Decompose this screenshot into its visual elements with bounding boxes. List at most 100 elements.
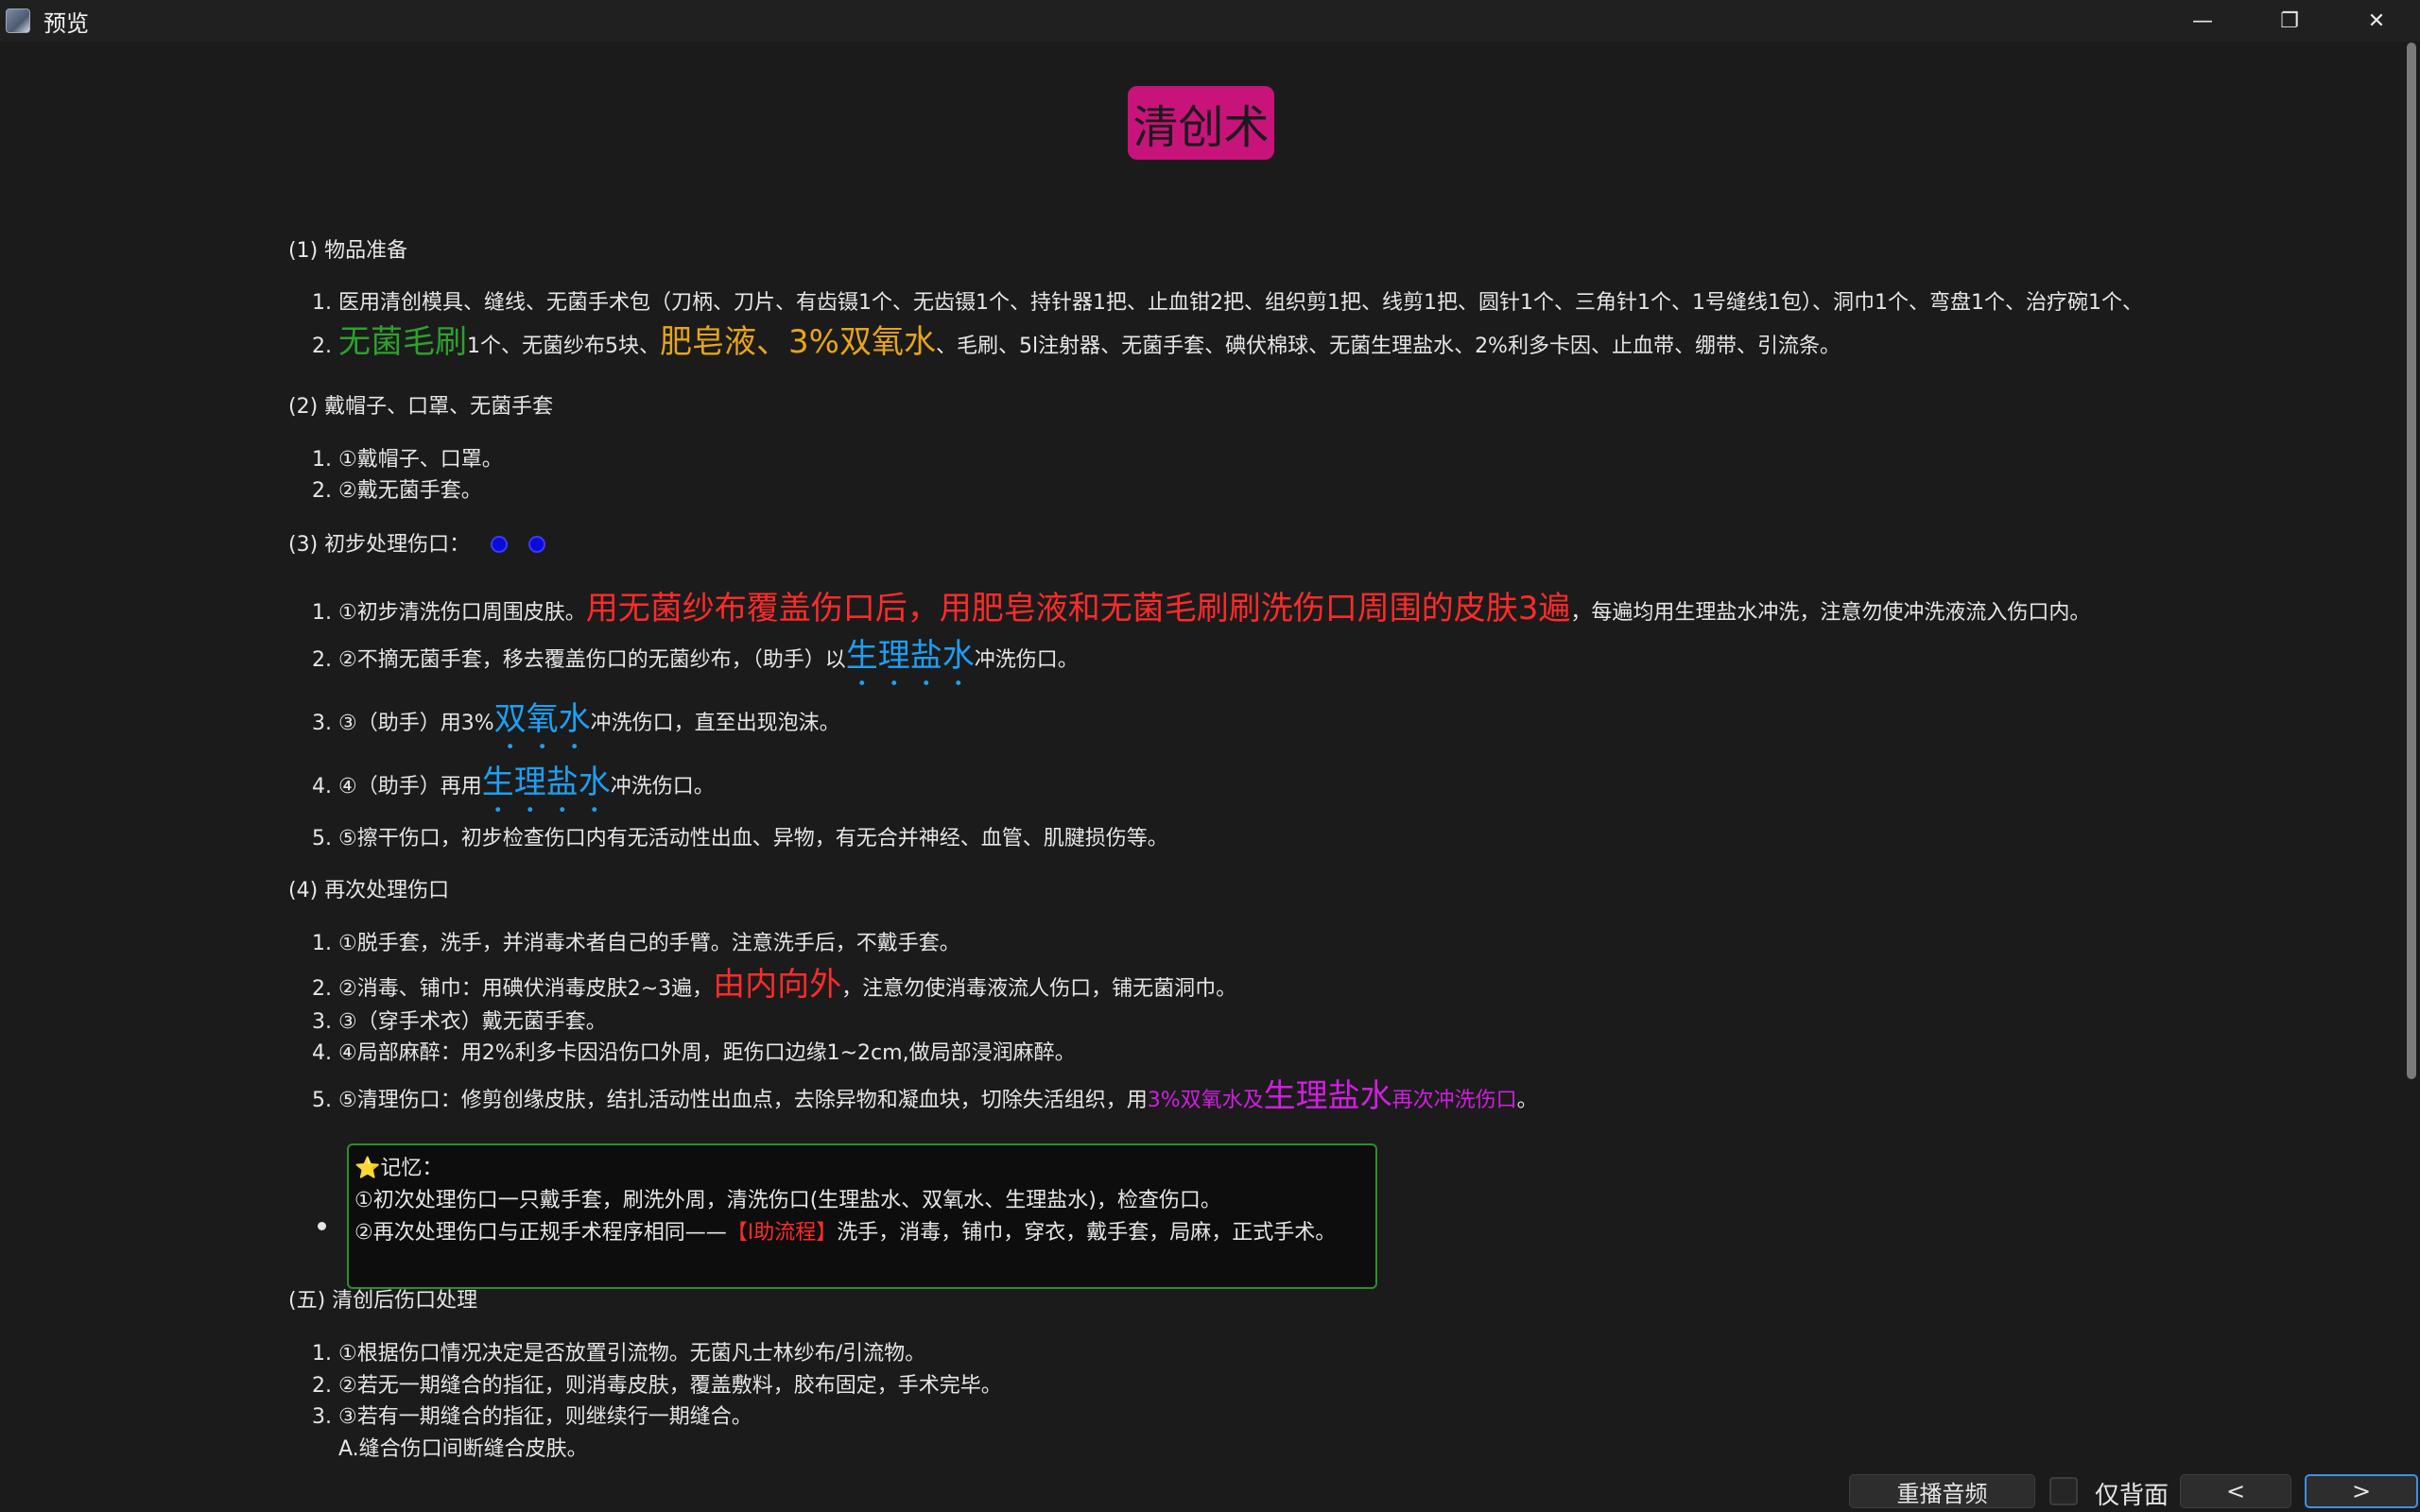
section-title: (五) 清创后伤口处理 [288,1289,478,1313]
list-item: 1. ①戴帽子、口罩。 [312,442,503,472]
item-text: 冲洗伤口，直至出现泡沫。 [590,712,840,735]
replay-audio-button[interactable]: 重播音频 [1849,1474,2035,1508]
memo-text: ②再次处理伤口与正规手术程序相同—— [354,1221,727,1245]
section-title: (2) 戴帽子、口罩、无菌手套 [288,395,554,419]
memo-highlight: 【Ⅰ助流程】 [726,1221,838,1245]
item-number: 1. [312,932,332,955]
list-item: 2. ②消毒、铺巾：用碘伏消毒皮肤2~3遍， 由内向外 ，注意勿使消毒液流人伤口… [312,958,1236,1005]
highlight-text: 3%双氧水及 [1147,1089,1264,1112]
item-text: ①初步清洗伤口周围皮肤。 [338,601,586,625]
item-text: 医用清创模具、缝线、无菌手术包（刀柄、刀片、有齿镊1个、无齿镊1个、持针器1把、… [338,291,2143,315]
highlight-text: 生理盐水 [1263,1077,1392,1115]
back-only-checkbox[interactable] [2049,1477,2078,1505]
list-item: 2. ②若无一期缝合的指征，则消毒皮肤，覆盖敷料，胶布固定，手术完毕。 [312,1368,1002,1399]
highlight-text: 由内向外 [713,966,842,1004]
item-number: 4. [312,775,332,799]
item-text: ②若无一期缝合的指征，则消毒皮肤，覆盖敷料，胶布固定，手术完毕。 [338,1374,1002,1398]
bullet-dot [318,1222,326,1230]
section-title: (4) 再次处理伤口 [288,879,450,902]
back-only-label: 仅背面 [2095,1482,2169,1510]
item-number: 1. [312,448,332,472]
item-number: 5. [312,827,332,850]
highlight-text: 双氧水 [493,700,591,738]
list-item: 3. ③（助手）用3% 双氧水 冲洗伤口，直至出现泡沫。 [312,693,840,757]
item-number: 3. [312,1010,332,1034]
item-number: 3. [312,1405,332,1429]
item-text: ①戴帽子、口罩。 [338,448,503,472]
item-text: ，每遍均用生理盐水冲洗，注意勿使冲洗液流入伤口内。 [1570,601,2091,625]
memo-label: 记忆： [380,1157,443,1180]
list-item: 1. ①初步清洗伤口周围皮肤。 用无菌纱布覆盖伤口后，用肥皂液和无菌毛刷刷洗伤口… [312,582,2090,628]
sub-item: A.缝合伤口间断缝合皮肤。 [338,1437,588,1461]
item-number: 1. [312,291,332,315]
star-icon: ⭐ [354,1157,381,1180]
list-item: 1. ①脱手套，洗手，并消毒术者自己的手臂。注意洗手后，不戴手套。 [312,926,960,956]
section-title-text: (3) 初步处理伤口： [288,533,471,557]
item-text: ④局部麻醉：用2%利多卡因沿伤口外周，距伤口边缘1~2cm,做局部浸润麻醉。 [338,1041,1076,1065]
audio-play-icon[interactable] [528,536,546,553]
list-item: 1. 医用清创模具、缝线、无菌手术包（刀柄、刀片、有齿镊1个、无齿镊1个、持针器… [312,285,2143,316]
item-text: ③若有一期缝合的指征，则继续行一期缝合。 [338,1405,752,1429]
card-content: 清创术 (1) 物品准备 1. 医用清创模具、缝线、无菌手术包（刀柄、刀片、有齿… [0,42,2401,1512]
page-title: 清创术 [1128,86,1274,160]
item-text: ②不摘无菌手套，移去覆盖伤口的无菌纱布，（助手）以 [338,648,846,672]
title-bar: 预览 — ❐ ✕ [0,0,2420,42]
item-text: ，注意勿使消毒液流人伤口，铺无菌洞巾。 [841,977,1237,1001]
list-item: 5. ⑤擦干伤口，初步检查伤口内有无活动性出血、异物，有无合并神经、血管、肌腱损… [312,821,1168,851]
list-item: 3. ③若有一期缝合的指征，则继续行一期缝合。 [312,1400,752,1430]
item-number: 2. [312,1374,332,1398]
item-number: 2. [312,977,332,1001]
item-text: ④（助手）再用 [338,775,482,799]
memory-box: ⭐记忆： ①初次处理伤口一只戴手套，刷洗外周，清洗伤口(生理盐水、双氧水、生理盐… [347,1143,1377,1289]
item-number: 3. [312,712,332,735]
scroll-thumb[interactable] [2407,43,2416,1079]
item-text: 。 [1516,1089,1538,1112]
memo-text: 洗手，消毒，铺巾，穿衣，戴手套，局麻，正式手术。 [837,1221,1337,1245]
item-text: 、毛刷、5l注射器、无菌手套、碘伏棉球、无菌生理盐水、2%利多卡因、止血带、绷带… [935,335,1841,358]
vertical-scrollbar[interactable] [2403,42,2420,1512]
highlight-text: 无菌毛刷 [338,323,467,361]
item-text: ⑤清理伤口：修剪创缘皮肤，结扎活动性出血点，去除异物和凝血块，切除失活组织，用 [338,1089,1148,1112]
memo-line: ①初次处理伤口一只戴手套，刷洗外周，清洗伤口(生理盐水、双氧水、生理盐水)，检查… [354,1189,1221,1212]
highlight-text: 用无菌纱布覆盖伤口后，用肥皂液和无菌毛刷刷洗伤口周围的皮肤3遍 [585,590,1571,627]
window-controls: — ❐ ✕ [2159,0,2420,42]
minimize-button[interactable]: — [2159,0,2246,42]
highlight-text: 再次冲洗伤口 [1392,1089,1517,1112]
prev-button[interactable]: < [2180,1474,2291,1508]
highlight-text: 肥皂液、3%双氧水 [660,323,936,361]
highlight-text: 生理盐水 [845,637,975,675]
list-item: 4. ④局部麻醉：用2%利多卡因沿伤口外周，距伤口边缘1~2cm,做局部浸润麻醉… [312,1036,1076,1066]
list-item: 2. ②戴无菌手套。 [312,473,482,504]
list-item: 2. ②不摘无菌手套，移去覆盖伤口的无菌纱布，（助手）以 生理盐水 冲洗伤口。 [312,629,1079,694]
item-number: 2. [312,479,332,503]
item-text: ①脱手套，洗手，并消毒术者自己的手臂。注意洗手后，不戴手套。 [338,932,960,955]
item-text: ②消毒、铺巾：用碘伏消毒皮肤2~3遍， [338,977,714,1001]
next-button[interactable]: > [2305,1474,2418,1508]
item-number: 1. [312,601,332,625]
maximize-button[interactable]: ❐ [2246,0,2333,42]
item-text: ②戴无菌手套。 [338,479,482,503]
list-item: 5. ⑤清理伤口：修剪创缘皮肤，结扎活动性出血点，去除异物和凝血块，切除失活组织… [312,1070,1538,1116]
app-icon [6,9,30,33]
item-text: 1个、无菌纱布5块、 [467,335,660,358]
item-text: ③（穿手术衣）戴无菌手套。 [338,1010,607,1034]
list-item: 3. ③（穿手术衣）戴无菌手套。 [312,1005,607,1035]
item-number: 2. [312,335,332,358]
list-item: 1. ①根据伤口情况决定是否放置引流物。无菌凡士林纱布/引流物。 [312,1336,925,1366]
memo-heading: ⭐记忆： [354,1153,1370,1185]
item-text: ⑤擦干伤口，初步检查伤口内有无活动性出血、异物，有无合并神经、血管、肌腱损伤等。 [338,827,1168,850]
list-item: 4. ④（助手）再用 生理盐水 冲洗伤口。 [312,756,715,820]
close-button[interactable]: ✕ [2333,0,2420,42]
window-title: 预览 [43,9,89,37]
item-text: 冲洗伤口。 [974,648,1079,672]
item-text: 冲洗伤口。 [610,775,715,799]
item-number: 1. [312,1342,332,1366]
item-text: ③（助手）用3% [338,712,494,735]
item-number: 5. [312,1089,332,1112]
audio-play-icon[interactable] [491,536,509,553]
memo-line: ②再次处理伤口与正规手术程序相同——【Ⅰ助流程】洗手，消毒，铺巾，穿衣，戴手套，… [354,1217,1370,1249]
item-text: ①根据伤口情况决定是否放置引流物。无菌凡士林纱布/引流物。 [338,1342,926,1366]
item-number: 2. [312,648,332,672]
highlight-text: 生理盐水 [481,764,611,801]
item-number: 4. [312,1041,332,1065]
